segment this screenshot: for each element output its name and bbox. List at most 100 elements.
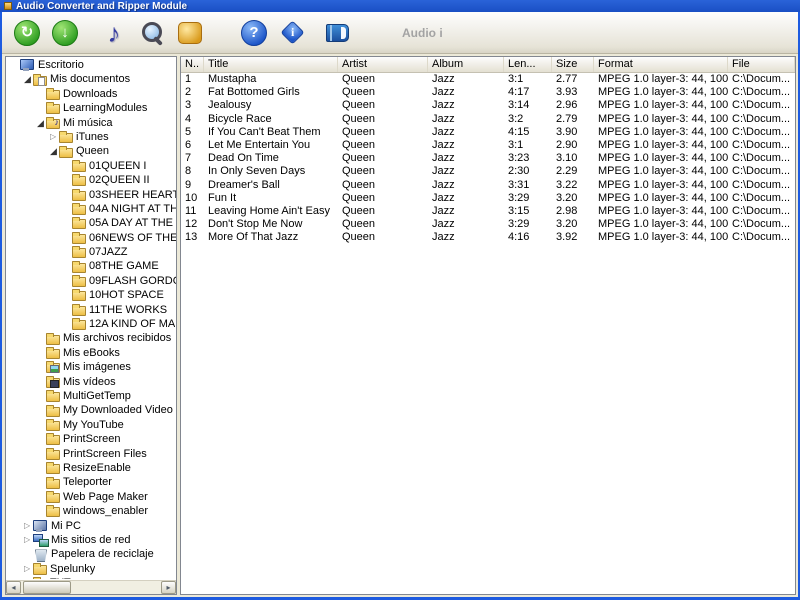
expand-icon[interactable]: ▷ xyxy=(24,533,33,547)
column-header-size[interactable]: Size xyxy=(552,57,594,72)
collapse-icon[interactable]: ◢ xyxy=(50,144,59,158)
cell-size: 3.20 xyxy=(556,191,578,204)
tree-item-10hot-space[interactable]: 10HOT SPACE xyxy=(6,288,176,302)
tree-item-mi-m-sica[interactable]: ◢ Mi música xyxy=(6,116,176,130)
tree-item-printscreen-files[interactable]: PrintScreen Files xyxy=(6,447,176,461)
tree-item-05a-day-at-the[interactable]: 05A DAY AT THE xyxy=(6,216,176,230)
search-button[interactable] xyxy=(136,17,168,49)
download-button[interactable]: ↓ xyxy=(49,17,81,49)
cell-len: 4:16 xyxy=(508,231,530,244)
track-row[interactable]: 11 Leaving Home Ain't Easy Queen Jazz 3:15 2.… xyxy=(181,205,795,218)
track-row[interactable]: 9 Dreamer's Ball Queen Jazz 3:31 3.22 MPEG 1.0… xyxy=(181,179,795,192)
track-row[interactable]: 12 Don't Stop Me Now Queen Jazz 3:29 3.20 MPEG… xyxy=(181,218,795,231)
scroll-right-button[interactable]: ▸ xyxy=(161,581,176,594)
tree-item-mis-archivos-recibidos[interactable]: Mis archivos recibidos xyxy=(6,331,176,345)
tree-item-learningmodules[interactable]: LearningModules xyxy=(6,101,176,115)
expand-icon[interactable]: ▷ xyxy=(24,519,33,533)
tree-item-papelera-de-reciclaje[interactable]: Papelera de reciclaje xyxy=(6,547,176,561)
tree-item-my-downloaded-video[interactable]: My Downloaded Video xyxy=(6,403,176,417)
track-row[interactable]: 6 Let Me Entertain You Queen Jazz 3:1 2.90 MPE… xyxy=(181,139,795,152)
tree-item-02queen-ii[interactable]: 02QUEEN II xyxy=(6,173,176,187)
tree-item-label: 04A NIGHT AT TH xyxy=(89,202,176,215)
column-header-album[interactable]: Album xyxy=(428,57,504,72)
cell-album: Jazz xyxy=(432,112,455,125)
column-header-format[interactable]: Format xyxy=(594,57,728,72)
track-row[interactable]: 8 In Only Seven Days Queen Jazz 2:30 2.29 MPEG… xyxy=(181,165,795,178)
scroll-track[interactable] xyxy=(21,581,161,594)
track-row[interactable]: 3 Jealousy Queen Jazz 3:14 2.96 MPEG 1.0 layer… xyxy=(181,99,795,112)
tree-item-label: 11THE WORKS xyxy=(89,303,168,316)
scroll-left-button[interactable]: ◂ xyxy=(6,581,21,594)
tree-hscrollbar[interactable]: ◂ ▸ xyxy=(6,580,176,594)
track-row[interactable]: 2 Fat Bottomed Girls Queen Jazz 4:17 3.93 MPEG… xyxy=(181,86,795,99)
tree-item-03sheer-heart[interactable]: 03SHEER HEART xyxy=(6,188,176,202)
tree-item-printscreen[interactable]: PrintScreen xyxy=(6,432,176,446)
tree-item-mis-sitios-de-red[interactable]: ▷ Mis sitios de red xyxy=(6,533,176,548)
scroll-thumb[interactable] xyxy=(23,581,71,594)
folder-docs-icon xyxy=(33,73,47,86)
cell-artist: Queen xyxy=(342,231,376,244)
cell-format: MPEG 1.0 layer-3: 44, 100... xyxy=(598,178,728,191)
tree-item-mis-im-genes[interactable]: Mis imágenes xyxy=(6,360,176,374)
tree-item-mi-pc[interactable]: ▷ Mi PC xyxy=(6,519,176,533)
track-row[interactable]: 13 More Of That Jazz Queen Jazz 4:16 3.92 MPEG… xyxy=(181,231,795,244)
cell-title: Fat Bottomed Girls xyxy=(208,86,300,99)
tree-item-spelunky[interactable]: ▷ Spelunky xyxy=(6,562,176,576)
cell-format: MPEG 1.0 layer-3: 44, 100... xyxy=(598,125,728,138)
tree-item-windows-enabler[interactable]: windows_enabler xyxy=(6,504,176,518)
cell-n: 9 xyxy=(185,178,192,191)
tree-item-11the-works[interactable]: 11THE WORKS xyxy=(6,303,176,317)
tree-item-08the-game[interactable]: 08THE GAME xyxy=(6,259,176,273)
tree-item-downloads[interactable]: Downloads xyxy=(6,87,176,101)
tree-item-multigettemp[interactable]: MultiGetTemp xyxy=(6,389,176,403)
help-button[interactable]: ? xyxy=(238,17,270,49)
info-button[interactable]: i xyxy=(276,17,308,49)
cell-album: Jazz xyxy=(432,231,455,244)
column-header-len[interactable]: Len... xyxy=(504,57,552,72)
tree-item-label: 06NEWS OF THE xyxy=(89,231,176,244)
tree-item-mis-ebooks[interactable]: Mis eBooks xyxy=(6,346,176,360)
tree-item-txts[interactable]: TXTs xyxy=(6,576,176,579)
column-header-file[interactable]: File xyxy=(728,57,795,72)
cell-len: 3:29 xyxy=(508,191,530,204)
refresh-button[interactable]: ↻ xyxy=(11,17,43,49)
tree-item-mis-documentos[interactable]: ◢ Mis documentos xyxy=(6,72,176,86)
cell-size: 2.77 xyxy=(556,73,578,85)
column-header-title[interactable]: Title xyxy=(204,57,338,72)
track-row[interactable]: 5 If You Can't Beat Them Queen Jazz 4:15 3.90… xyxy=(181,126,795,139)
cd-ripper-button[interactable] xyxy=(174,17,206,49)
column-header-artist[interactable]: Artist xyxy=(338,57,428,72)
tree-item-01queen-i[interactable]: 01QUEEN I xyxy=(6,159,176,173)
tree-item-teleporter[interactable]: Teleporter xyxy=(6,475,176,489)
track-row[interactable]: 7 Dead On Time Queen Jazz 3:23 3.10 MPEG 1.0 l… xyxy=(181,152,795,165)
tree-item-09flash-gordo[interactable]: 09FLASH GORDO xyxy=(6,274,176,288)
column-header-n[interactable]: N.. xyxy=(181,57,204,72)
tree-item-label: Mis archivos recibidos xyxy=(63,332,172,345)
folder-icon xyxy=(72,174,86,187)
tree-item-escritorio[interactable]: Escritorio xyxy=(6,58,176,72)
tree-item-resizeenable[interactable]: ResizeEnable xyxy=(6,461,176,475)
track-row[interactable]: 1 Mustapha Queen Jazz 3:1 2.77 MPEG 1.0 layer-… xyxy=(181,73,795,86)
track-row[interactable]: 10 Fun It Queen Jazz 3:29 3.20 MPEG 1.0 layer-… xyxy=(181,192,795,205)
tree-item-06news-of-the[interactable]: 06NEWS OF THE xyxy=(6,231,176,245)
expand-icon[interactable]: ▷ xyxy=(50,130,59,144)
tree-item-my-youtube[interactable]: My YouTube xyxy=(6,418,176,432)
library-button[interactable] xyxy=(321,17,353,49)
expand-icon[interactable]: ▷ xyxy=(24,562,33,576)
cell-format: MPEG 1.0 layer-3: 44, 100... xyxy=(598,73,728,85)
collapse-icon[interactable]: ◢ xyxy=(24,72,33,86)
collapse-icon[interactable]: ◢ xyxy=(37,116,46,130)
audio-files-button[interactable]: ♪ xyxy=(98,17,130,49)
tree-item-queen[interactable]: ◢ Queen xyxy=(6,144,176,158)
tree-item-itunes[interactable]: ▷ iTunes xyxy=(6,130,176,144)
tree-item-mis-v-deos[interactable]: Mis vídeos xyxy=(6,375,176,389)
cell-n: 8 xyxy=(185,165,192,178)
folder-tree-panel: Escritorio ◢ Mis documentos Downloads Learni… xyxy=(5,56,177,595)
tree-item-label: Web Page Maker xyxy=(63,490,148,503)
tree-item-12a-kind-of-ma[interactable]: 12A KIND OF MA xyxy=(6,317,176,331)
cell-file: C:\Docum... xyxy=(732,152,791,165)
track-row[interactable]: 4 Bicycle Race Queen Jazz 3:2 2.79 MPEG 1.0 la… xyxy=(181,113,795,126)
tree-item-web-page-maker[interactable]: Web Page Maker xyxy=(6,490,176,504)
tree-item-07jazz[interactable]: 07JAZZ xyxy=(6,245,176,259)
tree-item-04a-night-at-th[interactable]: 04A NIGHT AT TH xyxy=(6,202,176,216)
